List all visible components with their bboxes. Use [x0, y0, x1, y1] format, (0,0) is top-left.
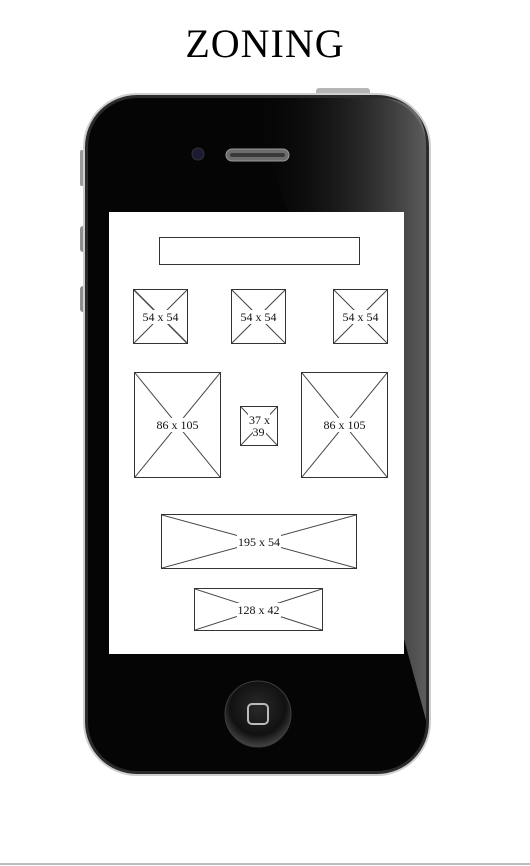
- placeholder-box-3: 54 x 54: [333, 289, 388, 344]
- camera-icon: [191, 147, 205, 161]
- placeholder-box-4: 86 x 105: [134, 372, 221, 478]
- placeholder-box-6: 86 x 105: [301, 372, 388, 478]
- header-zone: [159, 237, 360, 265]
- phone-screen: 54 x 54 54 x 54 54 x 54 86 x 105 37 x 39…: [109, 212, 404, 654]
- placeholder-label: 86 x 105: [155, 418, 200, 432]
- placeholder-label: 195 x 54: [237, 534, 281, 549]
- placeholder-label: 54 x 54: [341, 309, 380, 324]
- home-button: [224, 680, 292, 748]
- placeholder-label: 54 x 54: [141, 309, 180, 324]
- placeholder-box-8: 128 x 42: [194, 588, 323, 631]
- placeholder-box-1: 54 x 54: [133, 289, 188, 344]
- placeholder-label: 86 x 105: [322, 418, 367, 432]
- bottom-divider: [0, 863, 530, 865]
- placeholder-box-5: 37 x 39: [240, 406, 278, 446]
- placeholder-box-7: 195 x 54: [161, 514, 357, 569]
- placeholder-label: 128 x 42: [236, 602, 281, 617]
- placeholder-box-2: 54 x 54: [231, 289, 286, 344]
- placeholder-label: 54 x 54: [239, 309, 278, 324]
- placeholder-label: 37 x 39: [248, 413, 270, 439]
